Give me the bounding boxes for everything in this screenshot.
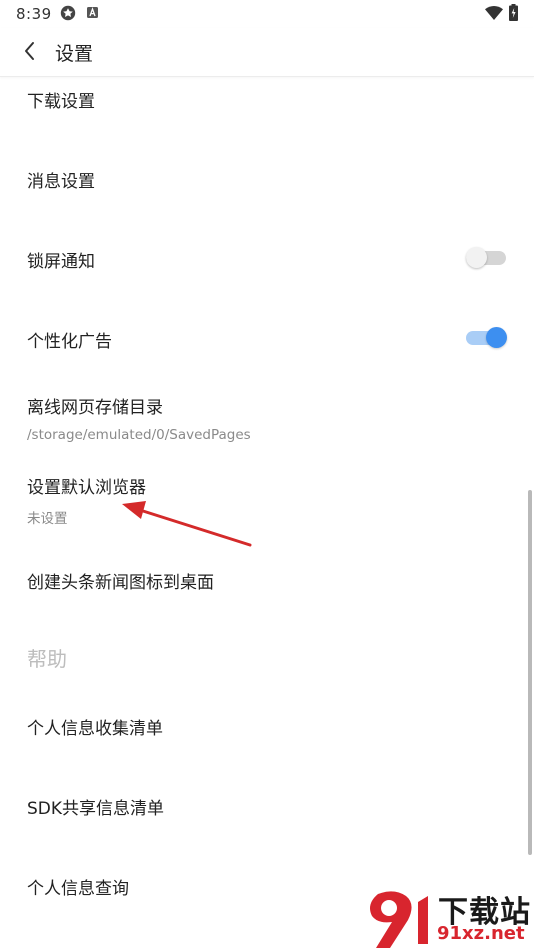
download-settings-label: 下载设置 bbox=[27, 92, 95, 112]
wifi-icon bbox=[485, 6, 503, 20]
default-browser-value: 未设置 bbox=[27, 511, 68, 527]
scrollbar[interactable] bbox=[528, 490, 532, 855]
lock-screen-notification-label: 锁屏通知 bbox=[27, 252, 95, 272]
offline-dir-value: /storage/emulated/0/SavedPages bbox=[27, 427, 251, 443]
app-header: 设置 bbox=[0, 28, 534, 77]
message-settings-label: 消息设置 bbox=[27, 172, 95, 192]
page-title: 设置 bbox=[55, 43, 94, 65]
create-desktop-icon-label: 创建头条新闻图标到桌面 bbox=[27, 573, 214, 593]
personalized-ads-label: 个性化广告 bbox=[27, 332, 112, 352]
help-section-header: 帮助 bbox=[27, 647, 67, 671]
sdk-list-label: SDK共享信息清单 bbox=[27, 799, 165, 819]
a-badge-icon bbox=[87, 7, 98, 18]
status-bar: 8:39 bbox=[0, 0, 534, 28]
annotation-arrow bbox=[122, 501, 252, 547]
sync-icon bbox=[60, 5, 76, 21]
personalized-ads-toggle[interactable] bbox=[466, 326, 508, 348]
chevron-left-icon[interactable] bbox=[20, 40, 40, 62]
toggle-thumb bbox=[466, 247, 487, 268]
personal-info-query-label: 个人信息查询 bbox=[27, 879, 129, 899]
personal-info-list-label: 个人信息收集清单 bbox=[27, 719, 163, 739]
lock-screen-notification-toggle[interactable] bbox=[466, 246, 508, 268]
toggle-thumb bbox=[486, 327, 507, 348]
settings-screen: 8:39 设置 下载设置 消息设置 锁屏通知 个性化广告 离线网页存储目录 /s… bbox=[0, 0, 534, 950]
offline-dir-label: 离线网页存储目录 bbox=[27, 398, 163, 418]
watermark-url: 91xz.net bbox=[437, 923, 525, 944]
battery-charging-icon bbox=[509, 4, 518, 21]
status-time: 8:39 bbox=[16, 5, 52, 23]
